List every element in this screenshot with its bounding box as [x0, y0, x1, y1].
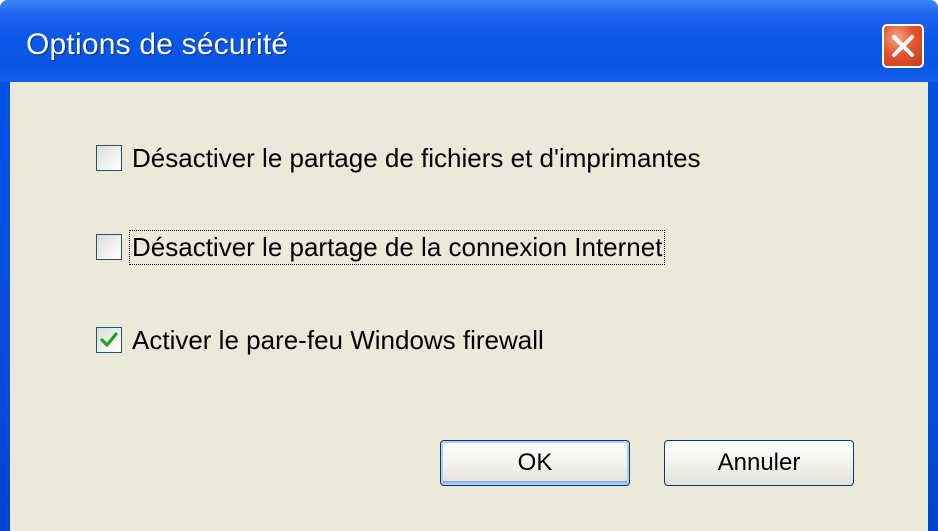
close-button[interactable]	[882, 24, 924, 68]
dialog-title: Options de sécurité	[26, 28, 289, 61]
checkbox-disable-connection-sharing[interactable]	[96, 234, 122, 260]
ok-button[interactable]: OK	[440, 440, 630, 486]
option-label: Désactiver le partage de fichiers et d'i…	[132, 142, 701, 173]
option-disable-connection-sharing[interactable]: Désactiver le partage de la connexion In…	[96, 227, 666, 267]
option-label: Désactiver le partage de la connexion In…	[128, 229, 666, 265]
checkbox-enable-firewall[interactable]	[96, 327, 122, 353]
title-bar[interactable]: Options de sécurité	[0, 0, 938, 82]
cancel-button[interactable]: Annuler	[664, 440, 854, 486]
option-enable-firewall[interactable]: Activer le pare-feu Windows firewall	[96, 320, 546, 360]
dialog-body: Désactiver le partage de fichiers et d'i…	[10, 82, 928, 531]
checkbox-disable-file-printer-sharing[interactable]	[96, 145, 122, 171]
option-disable-file-printer-sharing[interactable]: Désactiver le partage de fichiers et d'i…	[96, 138, 703, 178]
security-options-dialog: Options de sécurité Désactiver le partag…	[0, 0, 938, 531]
close-icon	[892, 35, 914, 57]
check-mark-icon	[100, 332, 118, 347]
option-label: Activer le pare-feu Windows firewall	[132, 324, 544, 355]
